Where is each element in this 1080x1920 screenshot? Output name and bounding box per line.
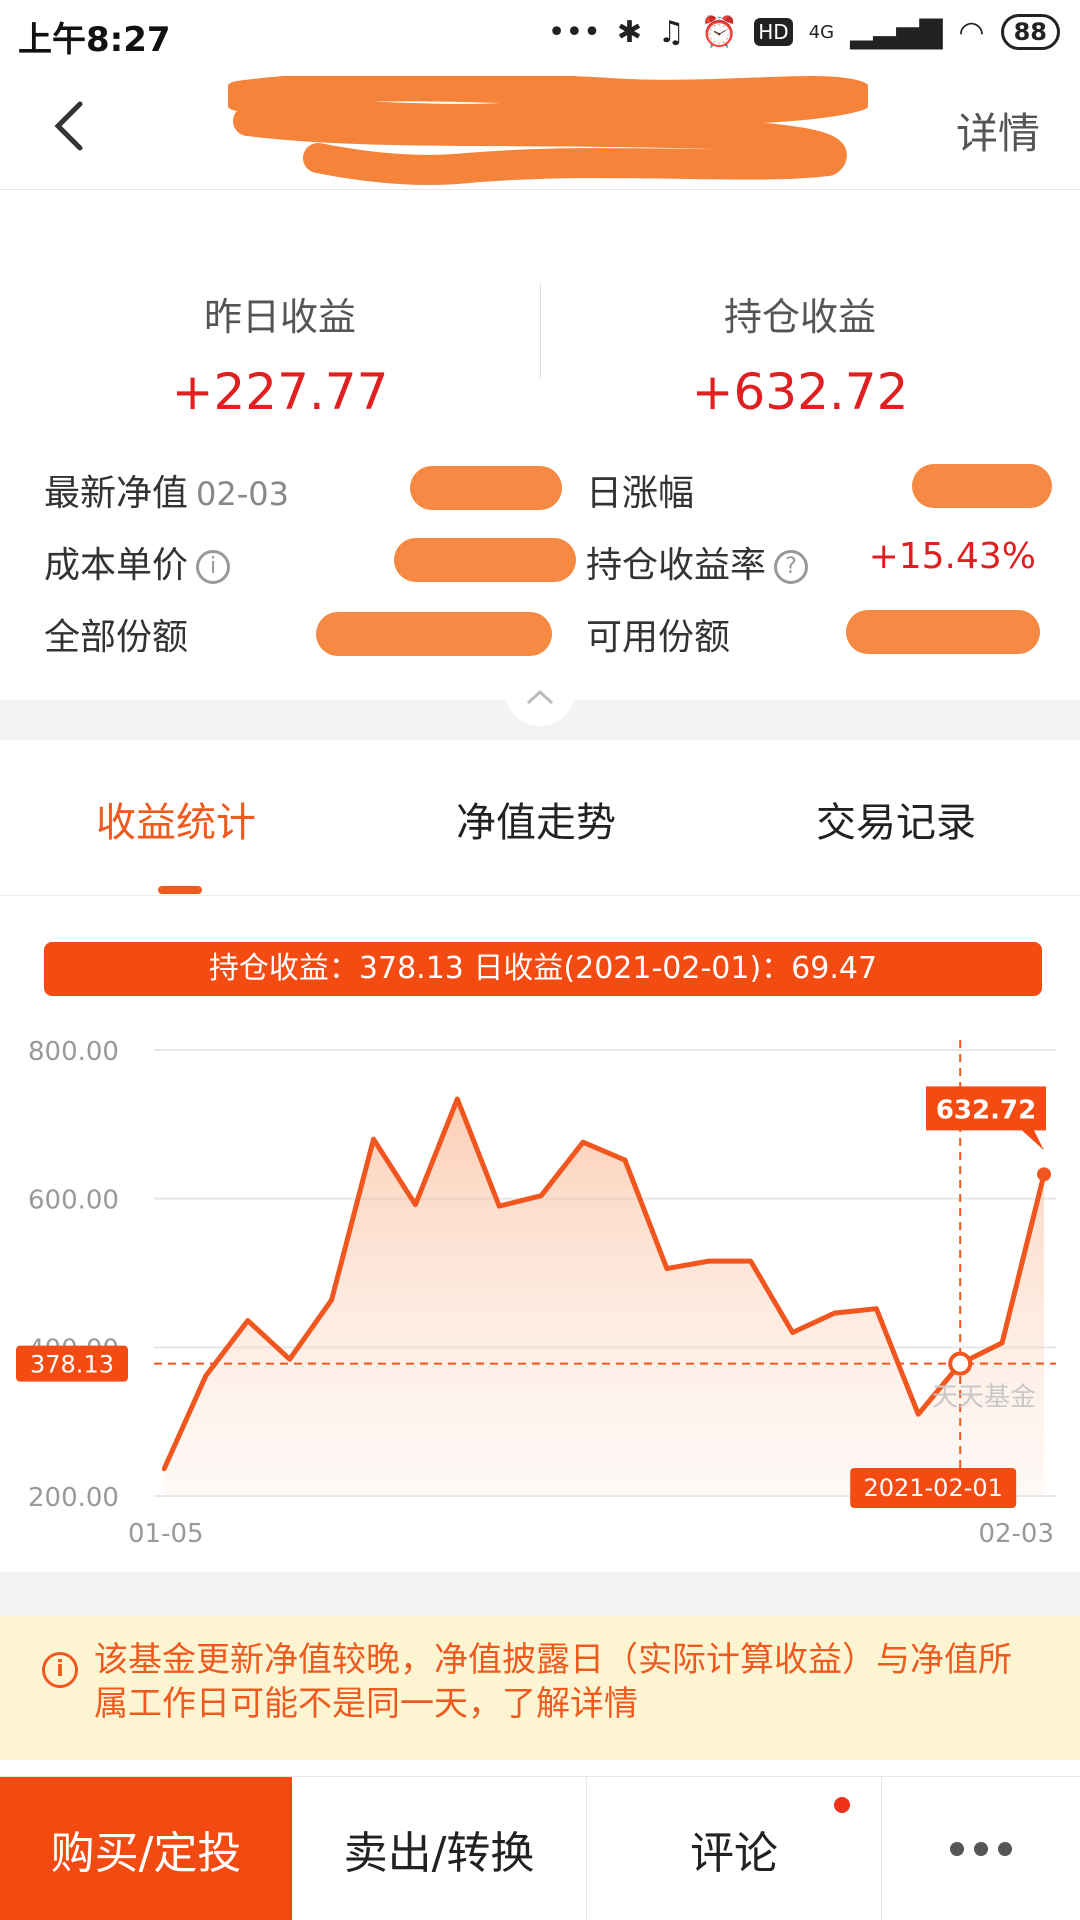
status-time: 上午8:27 <box>18 20 171 60</box>
chart-point <box>371 1137 376 1142</box>
chart-point <box>874 1306 879 1311</box>
nav-notice[interactable]: i 该基金更新净值较晚，净值披露日（实际计算收益）与净值所属工作日可能不是同一天… <box>0 1616 1080 1760</box>
cost-price-label-text: 成本单价 <box>44 545 189 586</box>
y-tick-label: 600.00 <box>28 1186 119 1216</box>
more-dots-icon: ••• <box>547 14 601 50</box>
tab-nav-trend[interactable]: 净值走势 <box>456 790 616 848</box>
info-row-nav: 最新净值 02-03 日涨幅 <box>0 456 1080 516</box>
tab-trade-records[interactable]: 交易记录 <box>816 790 976 848</box>
chevron-up-icon <box>526 689 554 705</box>
bluetooth-icon: ✱ <box>616 14 642 50</box>
yesterday-earnings: 昨日收益 +227.77 <box>30 286 530 421</box>
redacted-value <box>316 612 552 656</box>
chart-point <box>539 1193 544 1198</box>
chart-point <box>413 1202 418 1207</box>
chart-point <box>162 1467 166 1472</box>
yesterday-earnings-label: 昨日收益 <box>203 295 356 339</box>
info-row-cost: 成本单价 i 持仓收益率? +15.43% <box>0 528 1080 588</box>
chart-point <box>245 1318 250 1323</box>
redacted-value <box>410 466 562 510</box>
holding-earnings: 持仓收益 +632.72 <box>550 286 1050 421</box>
chart-point <box>497 1204 502 1209</box>
hd-icon: HD <box>754 18 793 46</box>
chart-point <box>748 1259 753 1264</box>
latest-nav-label: 最新净值 02-03 <box>44 464 289 516</box>
info-row-shares: 全部份额 可用份额 <box>0 600 1080 660</box>
sell-button[interactable]: 卖出/转换 <box>292 1777 586 1920</box>
last-point-marker <box>1037 1167 1051 1182</box>
available-shares-label: 可用份额 <box>586 617 731 658</box>
holding-rate-label: 持仓收益率? <box>586 536 809 588</box>
chart-watermark: 天天基金 <box>932 1383 1036 1413</box>
info-icon: i <box>42 1652 78 1688</box>
redacted-title-scribble <box>228 76 868 185</box>
tab-bar: 收益统计 净值走势 交易记录 <box>0 740 1080 896</box>
chart-point <box>706 1259 711 1264</box>
chart-tooltip-banner: 持仓收益：378.13 日收益(2021-02-01)：69.47 <box>44 942 1042 996</box>
chart-point <box>790 1330 795 1335</box>
selected-date-label: 2021-02-01 <box>863 1474 1002 1502</box>
battery-icon: 88 <box>1000 14 1060 50</box>
bottom-action-bar: 购买/定投 卖出/转换 评论 <box>0 1776 1080 1920</box>
yesterday-earnings-value: +227.77 <box>171 363 389 421</box>
chart-point <box>455 1097 460 1102</box>
buy-button[interactable]: 购买/定投 <box>0 1777 292 1920</box>
more-icon <box>950 1842 1012 1856</box>
selected-point-marker <box>948 1351 973 1376</box>
status-bar: 上午8:27 ••• ✱ ♫ ⏰ HD 4G ▂▃▅▇ ◠ 88 <box>0 0 1080 66</box>
detail-link[interactable]: 详情 <box>956 100 1040 161</box>
chart-point <box>203 1373 208 1378</box>
cost-price-label: 成本单价 i <box>44 536 231 588</box>
active-tab-indicator <box>158 886 202 894</box>
summary-divider <box>540 282 541 378</box>
chart-point <box>622 1158 627 1163</box>
wifi-icon: ◠ <box>958 14 985 50</box>
more-button[interactable] <box>882 1777 1080 1920</box>
chart-point <box>329 1297 334 1302</box>
holding-rate-value: +15.43% <box>868 536 1036 577</box>
chart-point <box>1000 1340 1005 1345</box>
app-screen: 上午8:27 ••• ✱ ♫ ⏰ HD 4G ▂▃▅▇ ◠ 88 详情 昨日收益… <box>0 0 1080 1920</box>
chart-point <box>287 1357 292 1362</box>
y-tick-label: 200.00 <box>28 1483 119 1513</box>
latest-nav-label-text: 最新净值 <box>44 473 189 514</box>
signal-icon: ▂▃▅▇ <box>850 14 943 50</box>
info-icon[interactable]: i <box>196 550 231 584</box>
tab-earnings-stats[interactable]: 收益统计 <box>96 790 256 848</box>
earnings-chart[interactable]: 800.00600.00400.00200.00天天基金378.132021-0… <box>0 1010 1080 1560</box>
redacted-value <box>912 464 1052 508</box>
redacted-value <box>394 538 576 582</box>
holding-rate-label-text: 持仓收益率 <box>586 545 767 586</box>
total-shares-label: 全部份额 <box>44 617 189 658</box>
comment-badge-dot <box>834 1797 850 1813</box>
alarm-icon: ⏰ <box>700 14 739 50</box>
redacted-value <box>846 610 1040 654</box>
holding-earnings-value: +632.72 <box>691 363 909 421</box>
status-icons: ••• ✱ ♫ ⏰ HD 4G ▂▃▅▇ ◠ 88 <box>548 12 1060 52</box>
chart-point <box>581 1140 586 1145</box>
holding-earnings-label: 持仓收益 <box>723 295 876 339</box>
network-label: 4G <box>808 21 835 43</box>
y-tick-label: 800.00 <box>28 1037 119 1067</box>
help-icon[interactable]: ? <box>774 550 809 584</box>
chart-point <box>664 1266 669 1271</box>
x-tick-label: 02-03 <box>978 1519 1054 1549</box>
nav-header: 详情 <box>0 66 1080 190</box>
x-tick-label: 01-05 <box>128 1519 204 1549</box>
notice-text: 该基金更新净值较晚，净值披露日（实际计算收益）与净值所属工作日可能不是同一天，了… <box>94 1640 1012 1724</box>
daily-change-label: 日涨幅 <box>586 473 695 514</box>
silent-bell-icon: ♫ <box>657 14 685 50</box>
chart-point <box>916 1412 921 1417</box>
notice-gap <box>0 1572 1080 1616</box>
latest-nav-date: 02-03 <box>196 475 289 513</box>
selected-value-label: 378.13 <box>30 1351 114 1379</box>
chart-area-fill <box>164 1099 1044 1496</box>
last-value-label: 632.72 <box>936 1095 1036 1125</box>
chart-point <box>832 1311 837 1316</box>
chevron-left-icon[interactable] <box>40 96 100 156</box>
